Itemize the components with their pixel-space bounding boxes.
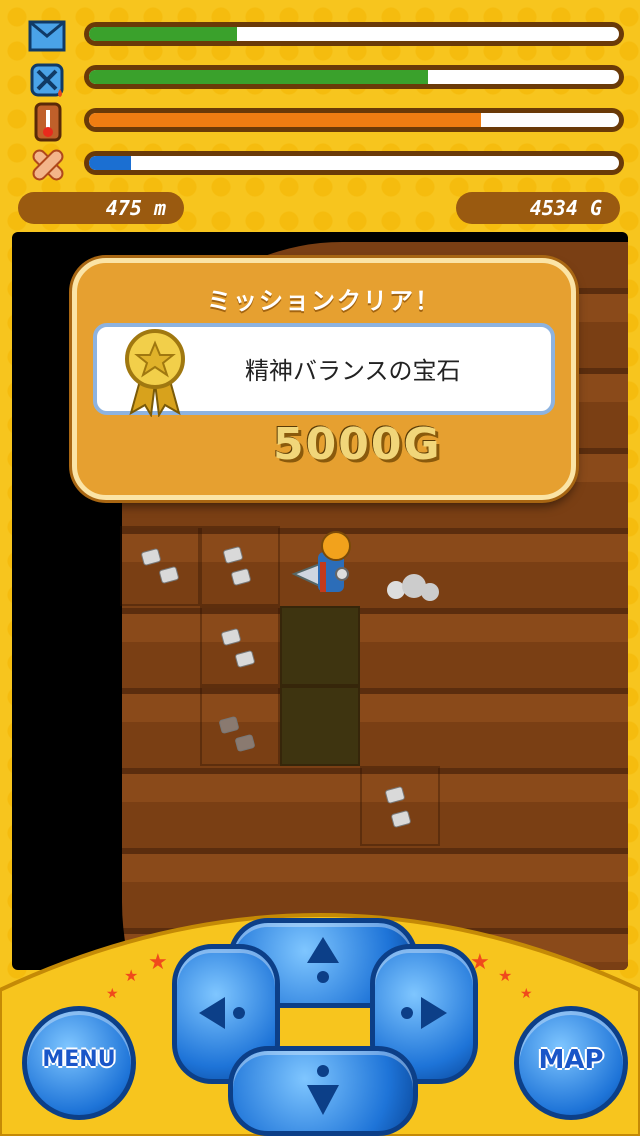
heat-gauge [26, 102, 624, 142]
hard-rock-tile [280, 606, 360, 686]
fuel-gauge [26, 59, 624, 97]
star-icon: ★ [498, 966, 513, 985]
hard-rock-tile [280, 686, 360, 766]
thermometer-icon [34, 102, 62, 142]
ore-tile [120, 526, 200, 606]
gold-readout: 4534 G [456, 192, 620, 224]
gauge-fill [89, 113, 482, 127]
ore-tile [200, 686, 280, 766]
map-button[interactable]: MAP [514, 1006, 628, 1120]
bandage-icon [32, 149, 64, 181]
fuel-can-icon [30, 63, 64, 97]
depth-readout: 475 m [18, 192, 184, 224]
star-icon: ★ [520, 986, 533, 1002]
dpad-down-button[interactable] [228, 1046, 418, 1136]
menu-label: MENU [42, 1047, 116, 1072]
ore-tile [200, 606, 280, 686]
mission-box: 精神バランスの宝石 [93, 323, 555, 417]
arrow-up-icon [307, 937, 339, 983]
arrow-right-icon [401, 997, 447, 1029]
star-icon: ★ [106, 986, 119, 1002]
mission-clear-title: ミッションクリア！ [207, 287, 441, 315]
ore-tile [200, 526, 280, 606]
star-icon: ★ [124, 966, 139, 985]
arrow-down-icon [307, 1065, 339, 1115]
star-icon: ★ [148, 950, 168, 975]
mission-clear-panel: ミッションクリア！ 精神バランスの宝石 5000G [72, 258, 576, 500]
dust-cloud [387, 574, 439, 601]
gauge-fill [89, 156, 132, 170]
health-gauge [26, 145, 624, 181]
menu-button[interactable]: MENU [22, 1006, 136, 1120]
gold-medal-icon [125, 329, 185, 417]
miner-character [291, 531, 351, 592]
supply-crate-icon [28, 20, 66, 52]
gauge-fill [89, 27, 238, 41]
map-label: MAP [538, 1045, 604, 1075]
mission-name: 精神バランスの宝石 [245, 357, 461, 385]
ore-tile [360, 766, 440, 846]
arrow-left-icon [199, 997, 245, 1029]
mission-reward: 5000G [273, 419, 442, 470]
gauge-fill [89, 70, 429, 84]
supply-gauge [26, 16, 624, 52]
